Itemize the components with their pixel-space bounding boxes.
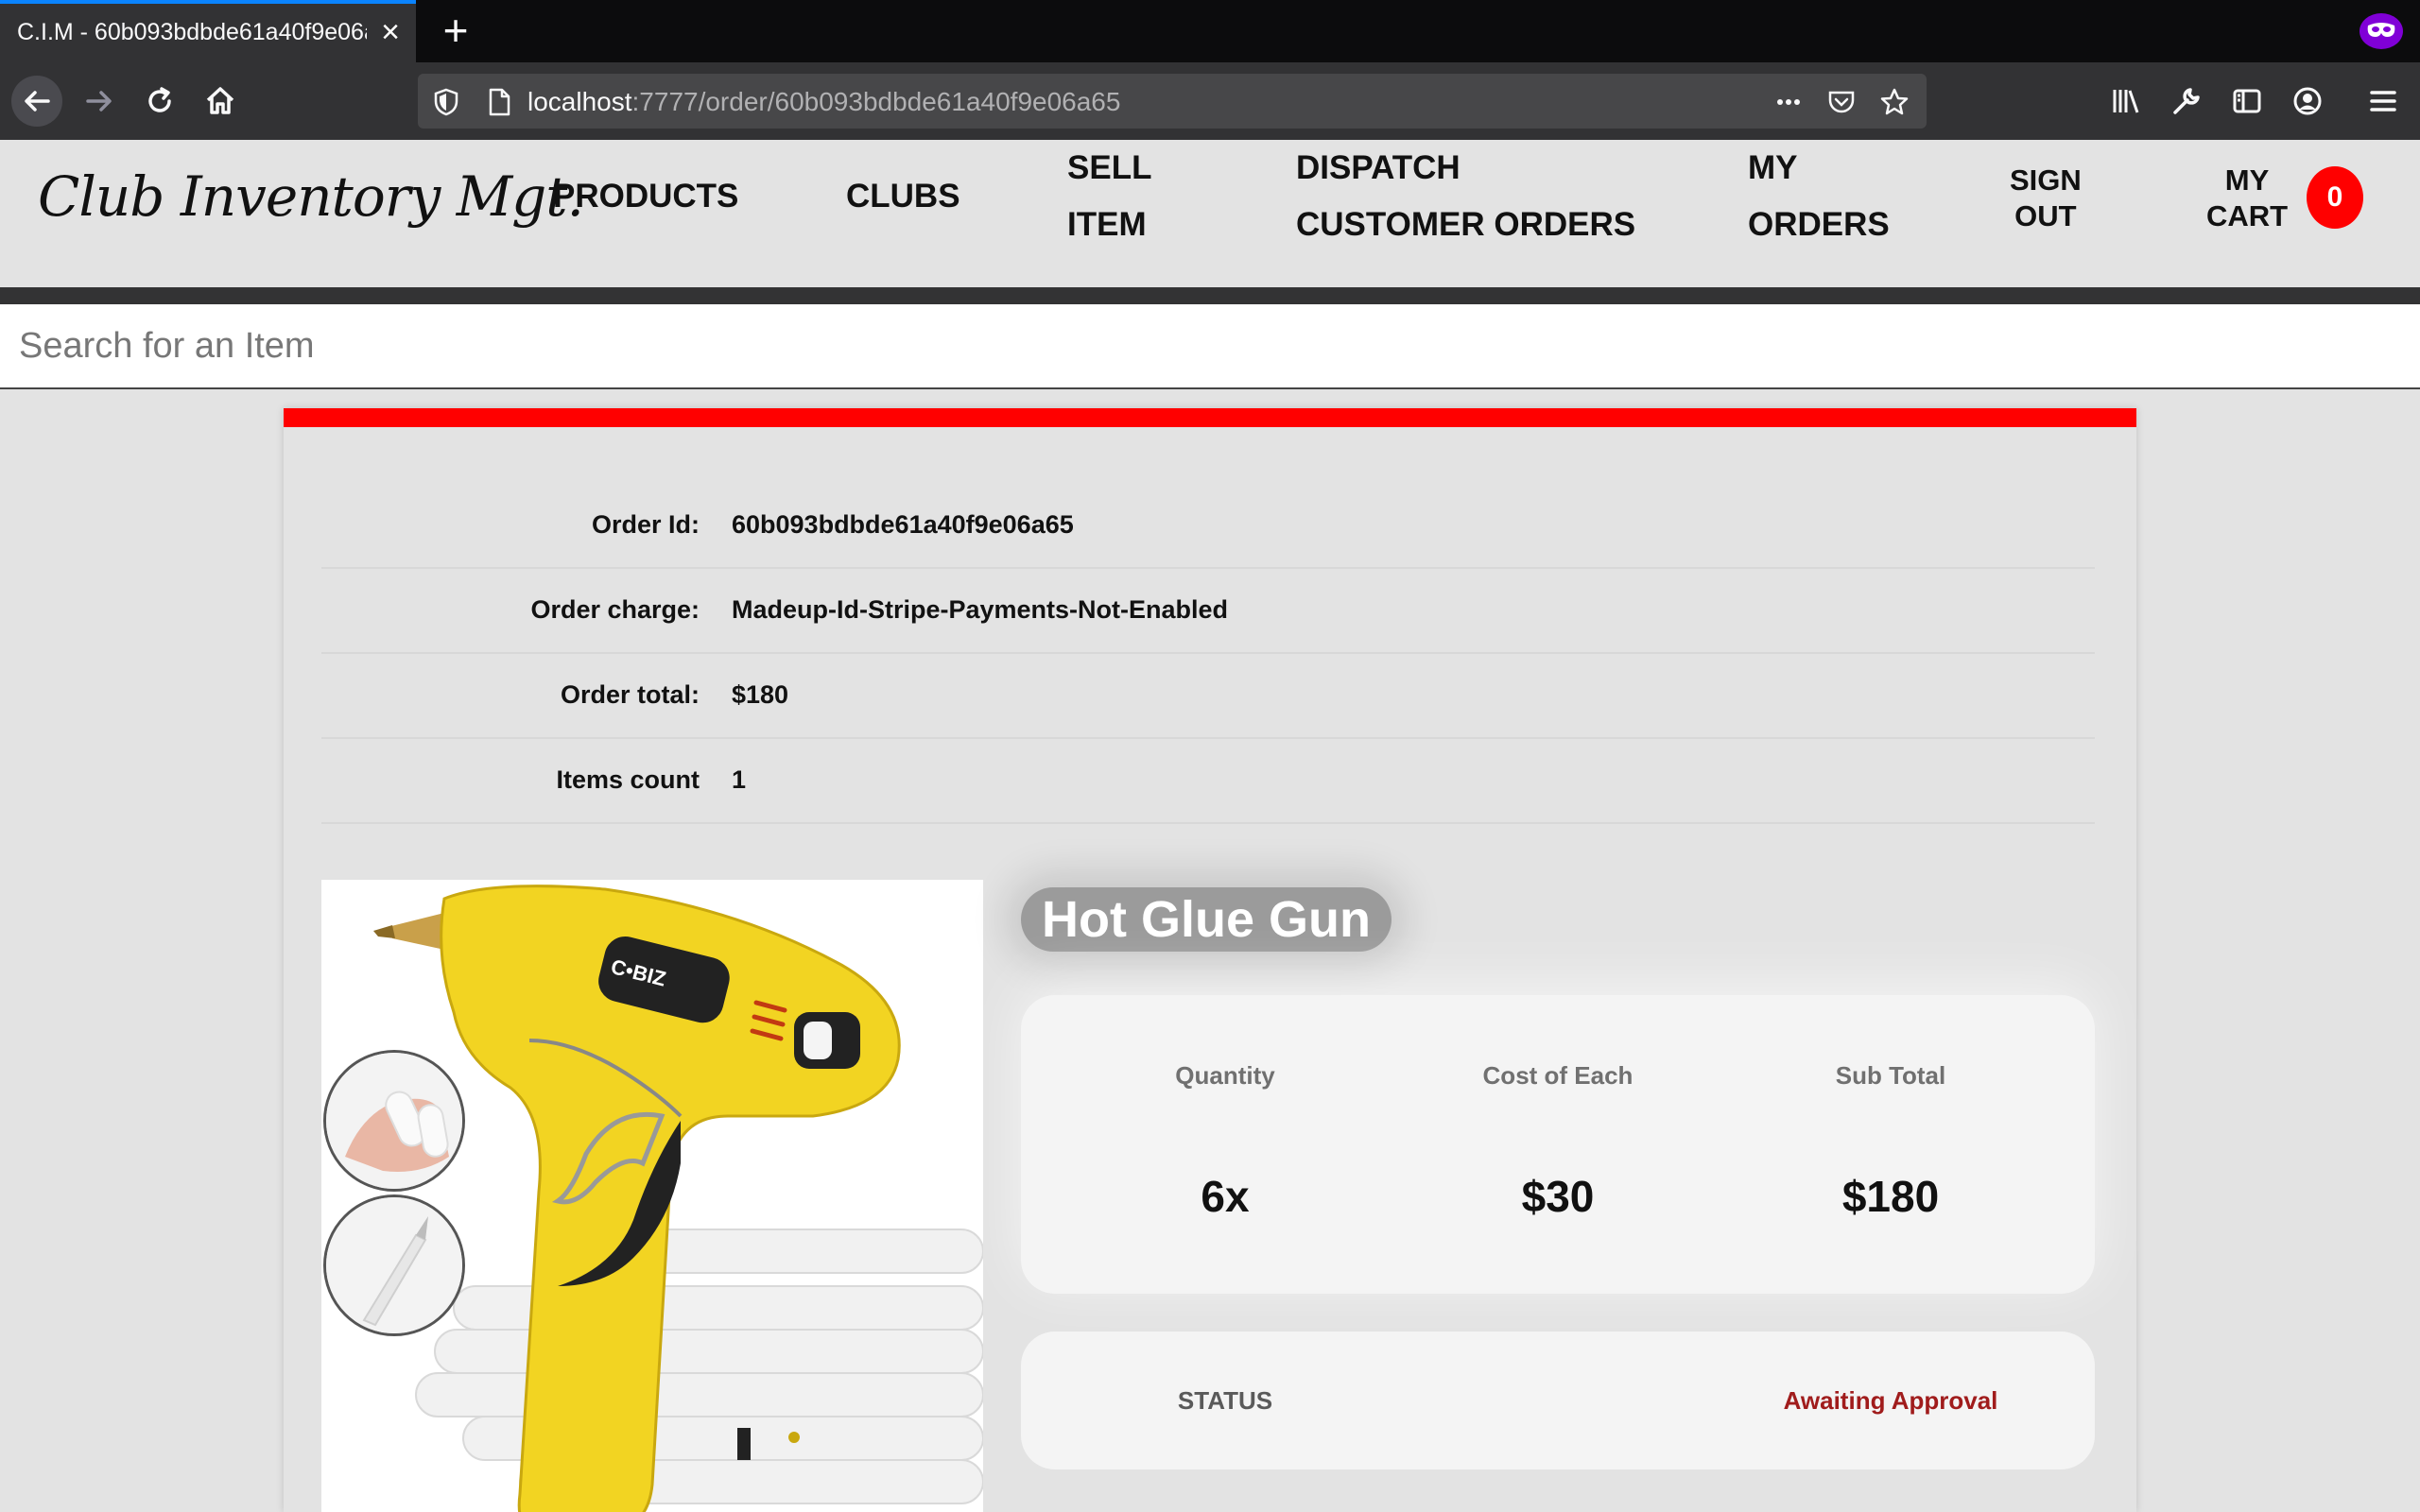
sidebar-button[interactable] <box>2221 76 2273 127</box>
forward-button[interactable] <box>74 76 125 127</box>
site-logo[interactable]: Club Inventory Mgt. <box>38 164 584 229</box>
product-image: C•BIZ <box>321 880 983 1512</box>
back-button[interactable] <box>11 76 62 127</box>
status-box: STATUS Awaiting Approval <box>1021 1332 2095 1469</box>
order-id-row: Order Id: 60b093bdbde61a40f9e06a65 <box>321 484 2095 569</box>
quantity-column: Quantity 6x <box>1059 995 1392 1294</box>
browser-tab-bar: C.I.M - 60b093bdbde61a40f9e06a65 × + <box>0 0 2420 62</box>
nav-dispatch-line1: DISPATCH <box>1296 149 1461 186</box>
subtotal-column: Sub Total $180 <box>1724 995 2057 1294</box>
nav-my-orders-line1: MY <box>1748 149 1798 186</box>
items-count-row: Items count 1 <box>321 739 2095 824</box>
thumbnail-craft-knife[interactable] <box>323 1194 465 1336</box>
nav-my-cart[interactable]: MY CART <box>2206 163 2288 234</box>
status-label: STATUS <box>1177 1386 1273 1415</box>
nav-sign-out[interactable]: SIGN OUT <box>2010 163 2082 234</box>
search-input[interactable] <box>0 304 2420 389</box>
order-charge-value: Madeup-Id-Stripe-Payments-Not-Enabled <box>732 595 1229 624</box>
page-actions-ellipsis-icon[interactable] <box>1773 87 1804 117</box>
cost-column: Cost of Each $30 <box>1392 995 1724 1294</box>
url-path: :7777/order/60b093bdbde61a40f9e06a65 <box>631 87 1121 116</box>
nav-sell-item-line2: ITEM <box>1067 206 1147 243</box>
new-tab-plus-icon[interactable]: + <box>437 8 475 53</box>
subtotal-label: Sub Total <box>1835 1061 1946 1090</box>
url-host: localhost <box>527 87 632 116</box>
craft-knife-image <box>326 1197 462 1333</box>
account-icon <box>2293 87 2322 115</box>
home-button[interactable] <box>195 76 246 127</box>
quantity-value: 6x <box>1201 1172 1250 1221</box>
browser-tab-active[interactable]: C.I.M - 60b093bdbde61a40f9e06a65 × <box>0 0 416 62</box>
cost-of-each-label: Cost of Each <box>1482 1061 1634 1090</box>
nav-dispatch-customer-orders[interactable]: DISPATCH CUSTOMER ORDERS <box>1296 140 1635 253</box>
hot-glue-gun-illustration: C•BIZ <box>373 885 983 1512</box>
cart-count-badge[interactable]: 0 <box>2307 166 2363 229</box>
wrench-icon <box>2173 88 2200 114</box>
order-charge-label: Order charge: <box>530 595 700 624</box>
nav-products[interactable]: PRODUCTS <box>553 168 738 225</box>
shield-icon[interactable] <box>431 87 461 117</box>
nav-my-cart-line2: CART <box>2206 199 2289 232</box>
quantity-label: Quantity <box>1175 1061 1275 1090</box>
nav-my-orders-line2: ORDERS <box>1748 206 1890 243</box>
account-button[interactable] <box>2282 76 2333 127</box>
navbar-divider <box>0 287 2420 304</box>
cost-of-each-value: $30 <box>1521 1172 1595 1221</box>
product-title: Hot Glue Gun <box>1021 887 1392 952</box>
tab-close-icon[interactable]: × <box>374 13 406 51</box>
nav-my-orders[interactable]: MY ORDERS <box>1748 140 1890 253</box>
nav-sell-item-line1: SELL <box>1067 149 1152 186</box>
reload-button[interactable] <box>134 76 185 127</box>
nav-sell-item[interactable]: SELL ITEM <box>1067 140 1151 253</box>
devtools-button[interactable] <box>2161 76 2212 127</box>
order-total-row: Order total: $180 <box>321 654 2095 739</box>
order-total-value: $180 <box>732 680 789 709</box>
items-count-label: Items count <box>556 765 700 794</box>
url-text[interactable]: localhost:7777/order/60b093bdbde61a40f9e… <box>527 87 1120 117</box>
url-bar[interactable]: localhost:7777/order/60b093bdbde61a40f9e… <box>418 74 1927 129</box>
order-id-label: Order Id: <box>591 510 700 539</box>
home-icon <box>206 87 234 114</box>
order-id-value: 60b093bdbde61a40f9e06a65 <box>732 510 1074 539</box>
order-charge-row: Order charge: Madeup-Id-Stripe-Payments-… <box>321 569 2095 654</box>
library-button[interactable] <box>2100 76 2152 127</box>
thumbnail-finger-protectors[interactable] <box>323 1050 465 1192</box>
site-navbar: Club Inventory Mgt. PRODUCTS CLUBS SELL … <box>0 140 2420 287</box>
nav-my-cart-line1: MY <box>2224 163 2270 197</box>
library-icon <box>2113 90 2139 113</box>
pocket-icon[interactable] <box>1826 87 1857 117</box>
finger-protector-image <box>326 1053 462 1189</box>
nav-dispatch-line2: CUSTOMER ORDERS <box>1296 206 1636 243</box>
item-summary-box: Quantity 6x Cost of Each $30 Sub Total $… <box>1021 995 2095 1294</box>
reload-icon <box>148 87 171 112</box>
hamburger-menu-icon <box>2370 91 2396 112</box>
bookmark-star-icon[interactable] <box>1879 87 1910 117</box>
private-browsing-mask-icon <box>2360 13 2403 49</box>
sidebar-icon <box>2233 89 2261 113</box>
nav-sign-out-line2: OUT <box>2014 199 2077 232</box>
nav-sign-out-line1: SIGN <box>2010 163 2082 197</box>
order-total-label: Order total: <box>560 680 700 709</box>
browser-toolbar: localhost:7777/order/60b093bdbde61a40f9e… <box>0 62 2420 140</box>
forward-arrow-icon <box>86 91 112 112</box>
items-count-value: 1 <box>732 765 747 794</box>
tab-title: C.I.M - 60b093bdbde61a40f9e06a65 <box>17 19 367 45</box>
order-card: Order Id: 60b093bdbde61a40f9e06a65 Order… <box>284 408 2136 1512</box>
back-arrow-icon <box>25 91 50 112</box>
page-icon[interactable] <box>484 87 514 117</box>
nav-clubs[interactable]: CLUBS <box>846 168 960 225</box>
menu-button[interactable] <box>2358 76 2409 127</box>
subtotal-value: $180 <box>1841 1172 1940 1221</box>
status-value: Awaiting Approval <box>1783 1386 1998 1415</box>
